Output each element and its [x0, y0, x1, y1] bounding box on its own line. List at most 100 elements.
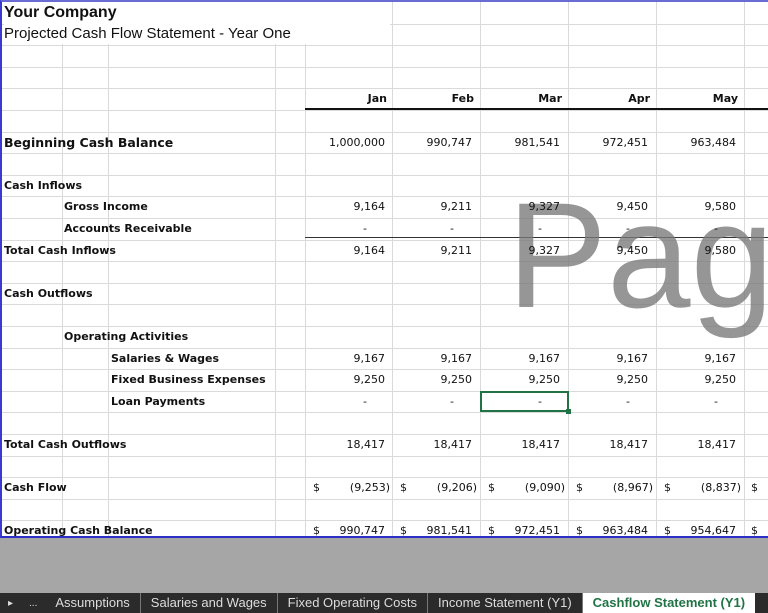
row-gridline	[2, 412, 768, 413]
value-cell[interactable]: 9,167	[392, 348, 473, 369]
header-underline	[305, 108, 768, 110]
value-cell[interactable]: 9,164	[305, 240, 386, 261]
value-cell[interactable]: 9,327	[480, 196, 561, 217]
sheet-tabs-bar: ▸ ... Assumptions Salaries and Wages Fixed…	[0, 593, 768, 613]
value-cell[interactable]: 981,541	[480, 132, 561, 153]
value-cell[interactable]: 18,417	[305, 434, 386, 455]
column-gridline	[305, 2, 306, 536]
row-label: Total Cash Outflows	[4, 438, 127, 451]
row-label: Loan Payments	[111, 395, 206, 408]
scroll-tabs-right-icon[interactable]: ▸	[0, 598, 21, 609]
value-cell[interactable]: -	[392, 218, 454, 239]
value-cell[interactable]: 963,484	[568, 520, 649, 536]
row-gridline	[2, 499, 768, 500]
value-cell[interactable]: 9,211	[392, 196, 473, 217]
value-cell[interactable]: -	[305, 391, 367, 412]
value-cell[interactable]: 9,167	[656, 348, 737, 369]
value-cell[interactable]: (9,090)	[480, 477, 565, 498]
selected-cell[interactable]	[480, 391, 571, 414]
value-cell[interactable]: 963,484	[656, 132, 737, 153]
value-cell[interactable]: 972,451	[480, 520, 561, 536]
row-label: Gross Income	[64, 200, 148, 213]
currency-symbol: $	[751, 481, 758, 494]
value-cell[interactable]: 9,164	[305, 196, 386, 217]
value-cell[interactable]: 9,250	[305, 369, 386, 390]
value-cell[interactable]: -	[305, 218, 367, 239]
row-label: Salaries & Wages	[111, 352, 220, 365]
more-tabs-button[interactable]: ...	[21, 598, 45, 609]
value-cell[interactable]: (9,206)	[392, 477, 477, 498]
value-cell[interactable]: 9,250	[392, 369, 473, 390]
value-cell[interactable]: 18,417	[568, 434, 649, 455]
row-gridline	[2, 456, 768, 457]
value-cell[interactable]: -	[480, 218, 542, 239]
value-cell[interactable]: 9,167	[480, 348, 561, 369]
value-cell[interactable]: -	[568, 391, 630, 412]
sheet-tab-assumptions[interactable]: Assumptions	[45, 593, 141, 613]
value-cell[interactable]: 9,167	[305, 348, 386, 369]
value-cell[interactable]: 9,211	[392, 240, 473, 261]
value-cell[interactable]: 981,541	[392, 520, 473, 536]
value-cell[interactable]: 9,450	[568, 240, 649, 261]
month-header-feb: Feb	[451, 92, 474, 105]
column-gridline	[275, 44, 276, 536]
row-label: Cash Flow	[4, 481, 67, 494]
column-gridline	[568, 2, 569, 536]
company-name: Your Company	[4, 2, 384, 23]
row-label: Accounts Receivable	[64, 222, 192, 235]
value-cell[interactable]: 9,580	[656, 240, 737, 261]
month-header-may: May	[712, 92, 738, 105]
row-label: Beginning Cash Balance	[4, 135, 174, 150]
value-cell[interactable]: 9,450	[568, 196, 649, 217]
row-gridline	[2, 110, 768, 111]
value-cell[interactable]: 18,417	[392, 434, 473, 455]
row-label: Fixed Business Expenses	[111, 373, 266, 386]
value-cell[interactable]: (8,837)	[656, 477, 741, 498]
sheet-tab-cashflow-statement-y1[interactable]: Cashflow Statement (Y1)	[582, 593, 756, 613]
row-label: Cash Outflows	[4, 287, 93, 300]
month-header-mar: Mar	[538, 92, 562, 105]
value-cell[interactable]: 1,000,000	[305, 132, 385, 153]
statement-title: Projected Cash Flow Statement - Year One	[4, 23, 390, 44]
sheet-tab-salaries-and-wages[interactable]: Salaries and Wages	[141, 593, 278, 613]
sheet-tab-fixed-operating-costs[interactable]: Fixed Operating Costs	[278, 593, 428, 613]
spreadsheet-grid[interactable]: Your Company Projected Cash Flow Statemen…	[0, 0, 768, 538]
value-cell[interactable]: (8,967)	[568, 477, 653, 498]
value-cell[interactable]: 9,250	[656, 369, 737, 390]
value-cell[interactable]: 990,747	[392, 132, 473, 153]
row-gridline	[2, 175, 768, 176]
column-gridline	[656, 2, 657, 536]
value-cell[interactable]: 18,417	[656, 434, 737, 455]
value-cell[interactable]: -	[656, 391, 718, 412]
row-label: Total Cash Inflows	[4, 244, 116, 257]
currency-symbol: $	[751, 524, 758, 537]
value-cell[interactable]: 9,250	[480, 369, 561, 390]
value-cell[interactable]: 972,451	[568, 132, 649, 153]
row-gridline	[2, 261, 768, 262]
row-gridline	[2, 45, 768, 46]
value-cell[interactable]: -	[568, 218, 630, 239]
row-gridline	[2, 304, 768, 305]
value-cell[interactable]: 954,647	[656, 520, 737, 536]
value-cell[interactable]: (9,253)	[305, 477, 390, 498]
column-gridline	[744, 2, 745, 536]
column-gridline	[392, 2, 393, 536]
value-cell[interactable]: -	[392, 391, 454, 412]
row-gridline	[2, 67, 768, 68]
value-cell[interactable]: 9,327	[480, 240, 561, 261]
value-cell[interactable]: -	[656, 218, 718, 239]
value-cell[interactable]: 990,747	[305, 520, 386, 536]
row-gridline	[2, 153, 768, 154]
row-gridline	[2, 283, 768, 284]
row-label: Cash Inflows	[4, 179, 83, 192]
sheet-tab-income-statement-y1[interactable]: Income Statement (Y1)	[428, 593, 583, 613]
value-cell[interactable]: 9,580	[656, 196, 737, 217]
column-gridline	[108, 44, 109, 536]
value-cell[interactable]: 18,417	[480, 434, 561, 455]
value-cell[interactable]: 9,250	[568, 369, 649, 390]
row-gridline	[2, 240, 768, 241]
month-header-apr: Apr	[628, 92, 650, 105]
column-gridline	[480, 2, 481, 536]
value-cell[interactable]: 9,167	[568, 348, 649, 369]
row-label: Operating Activities	[64, 330, 189, 343]
